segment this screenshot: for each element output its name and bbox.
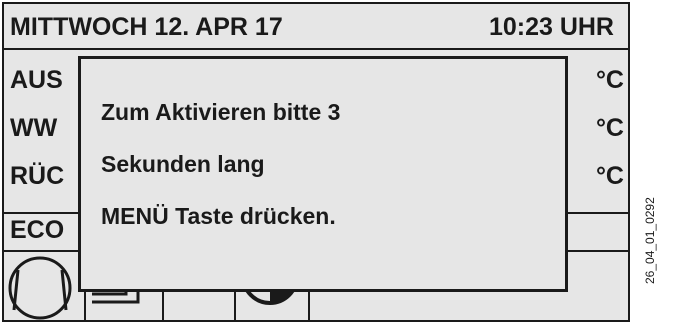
icon-cell-compressor	[4, 252, 86, 320]
reading-unit-ww: °C	[595, 114, 624, 142]
activation-dialog: Zum Aktivieren bitte 3 Sekunden lang MEN…	[78, 56, 568, 292]
reading-label-aus: AUS	[10, 66, 63, 94]
reading-unit-ruc: °C	[595, 162, 624, 190]
reading-label-ww: WW	[10, 114, 58, 142]
dialog-line-2: Sekunden lang	[101, 151, 265, 177]
display-screen: MITTWOCH 12. APR 17 10:23 UHR AUS °C WW …	[2, 2, 630, 322]
reading-unit-aus: °C	[595, 66, 624, 94]
dialog-line-3: MENÜ Taste drücken.	[101, 203, 336, 229]
compressor-icon	[8, 256, 72, 320]
dialog-line-1: Zum Aktivieren bitte 3	[101, 99, 341, 125]
header-date: MITTWOCH 12. APR 17	[10, 13, 283, 41]
display-header: MITTWOCH 12. APR 17 10:23 UHR	[4, 4, 628, 50]
reading-label-ruc: RÜC	[10, 162, 65, 190]
header-time: 10:23 UHR	[488, 13, 614, 41]
figure-code: 26_04_01_0292	[643, 197, 657, 284]
status-label: ECO	[10, 216, 65, 244]
